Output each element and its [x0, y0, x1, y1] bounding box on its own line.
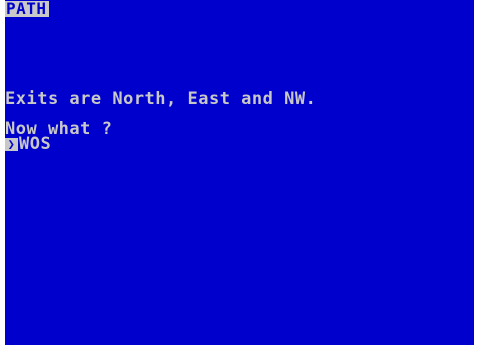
cursor-arrow-icon: ❯: [5, 138, 18, 151]
exits-description: Exits are North, East and NW.: [5, 89, 317, 109]
command-input[interactable]: WOS: [19, 136, 51, 153]
command-input-line[interactable]: ❯ WOS: [5, 136, 51, 153]
location-title: PATH: [5, 0, 49, 18]
game-screen: PATH Exits are North, East and NW. Now w…: [5, 0, 474, 345]
